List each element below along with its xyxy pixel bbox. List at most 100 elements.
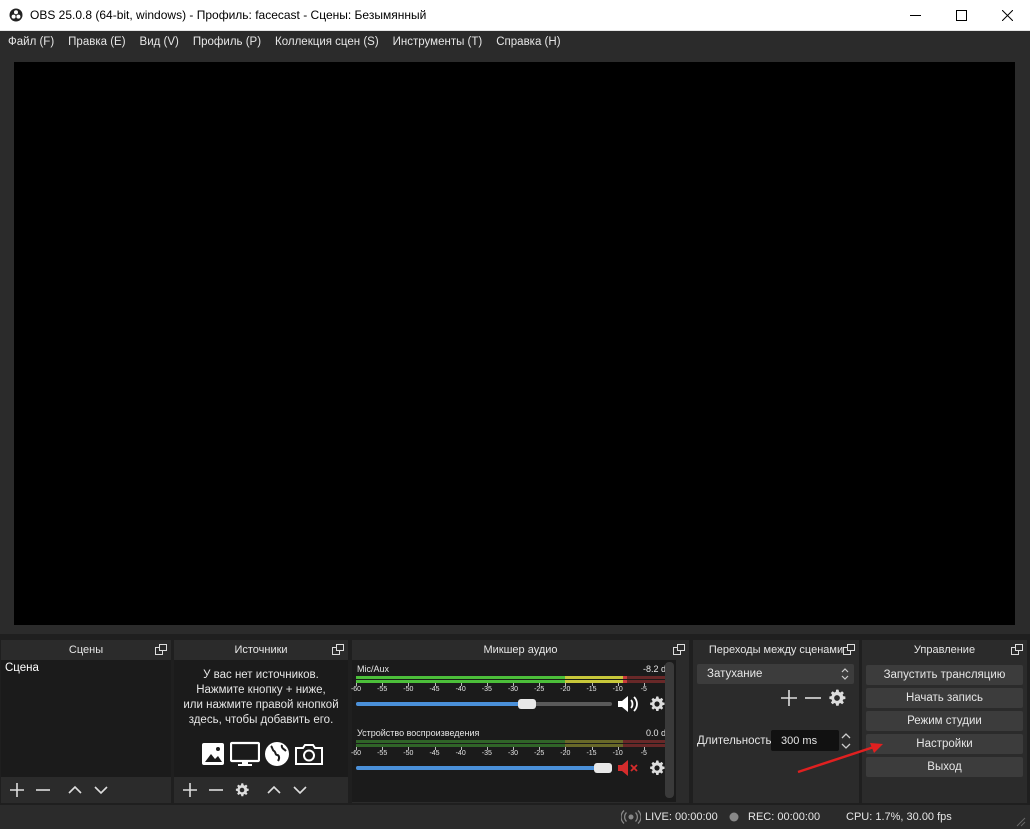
meter-level: [622, 676, 628, 679]
menu-view[interactable]: Вид (V): [133, 31, 186, 53]
transition-select[interactable]: Затухание: [697, 664, 854, 684]
gear-icon[interactable]: [827, 688, 847, 708]
chevron-down-icon: [293, 786, 307, 795]
meter-tick-label: -60: [350, 750, 362, 757]
channel-name: Устройство воспроизведения: [357, 728, 480, 738]
source-list[interactable]: У вас нет источников. Нажмите кнопку + н…: [174, 660, 348, 777]
float-dock-icon[interactable]: [155, 644, 167, 655]
move-scene-down-button[interactable]: [88, 778, 114, 802]
move-scene-up-button[interactable]: [62, 778, 88, 802]
channel-name: Mic/Aux: [357, 664, 390, 674]
scene-list[interactable]: Сцена: [1, 660, 171, 777]
settings-button[interactable]: Настройки: [866, 734, 1023, 754]
mixer-scrollbar[interactable]: [665, 662, 674, 798]
float-dock-icon[interactable]: [673, 644, 685, 655]
meter-tick-label: -40: [455, 686, 466, 693]
mixer-dock-title: Микшер аудио: [483, 644, 558, 656]
add-scene-button[interactable]: [4, 778, 30, 802]
image-icon: [202, 743, 224, 765]
maximize-button[interactable]: [938, 0, 984, 31]
gear-icon: [235, 783, 249, 797]
menu-profile[interactable]: Профиль (P): [186, 31, 268, 53]
float-dock-icon[interactable]: [1011, 644, 1023, 655]
close-icon: [1001, 9, 1013, 21]
menu-scene-collection[interactable]: Коллекция сцен (S): [268, 31, 386, 53]
scenes-dock: Сцены Сцена: [1, 640, 171, 803]
duration-label: Длительность: [697, 735, 772, 747]
meter-tick-label: -15: [586, 686, 597, 693]
start-streaming-button[interactable]: Запустить трансляцию: [866, 665, 1023, 685]
meter-zone: [622, 676, 670, 679]
meter-tick-label: -60: [350, 686, 362, 693]
gear-icon[interactable]: [648, 759, 666, 777]
minus-icon[interactable]: [803, 688, 823, 708]
controls-dock-title: Управление: [913, 644, 976, 656]
exit-button[interactable]: Выход: [866, 757, 1023, 777]
move-source-up-button[interactable]: [261, 778, 287, 802]
meter-zone: [622, 740, 670, 743]
studio-mode-button[interactable]: Режим студии: [866, 711, 1023, 731]
duration-input[interactable]: 300 ms: [771, 730, 839, 751]
transition-selected: Затухание: [707, 668, 763, 680]
source-type-icons: [198, 740, 324, 768]
sources-dock: Источники У вас нет источников. Нажмите …: [174, 640, 348, 803]
gear-icon[interactable]: [648, 695, 666, 713]
move-source-down-button[interactable]: [287, 778, 313, 802]
meter-tick-label: -10: [612, 750, 623, 757]
volume-slider-handle[interactable]: [594, 763, 612, 773]
volume-slider[interactable]: [356, 763, 612, 773]
plus-icon[interactable]: [779, 688, 799, 708]
mixer-channels: Mic/Aux -8.2 dB -60 -55 -50 -45 -40 -35 -30 -25…: [351, 660, 676, 802]
source-properties-button[interactable]: [229, 778, 255, 802]
volume-meter: [356, 676, 670, 683]
meter-tick-label: -25: [534, 750, 545, 757]
minimize-icon: [909, 14, 921, 16]
camera-icon: [295, 744, 323, 765]
record-dot-icon: [729, 812, 739, 822]
menu-edit[interactable]: Правка (E): [61, 31, 132, 53]
meter-tick-label: -50: [403, 750, 414, 757]
volume-slider[interactable]: [356, 699, 612, 709]
cpu-fps: CPU: 1.7%, 30.00 fps: [846, 811, 952, 823]
list-item[interactable]: Сцена: [1, 660, 171, 678]
meter-tick-label: -35: [481, 686, 492, 693]
float-dock-icon[interactable]: [843, 644, 855, 655]
remove-source-button[interactable]: [203, 778, 229, 802]
preview-canvas[interactable]: [14, 62, 1015, 625]
live-time: LIVE: 00:00:00: [645, 811, 718, 823]
resize-grip-icon[interactable]: [1014, 815, 1026, 827]
transitions-dock: Переходы между сценами Затухание Длитель…: [693, 640, 859, 803]
volume-slider-handle[interactable]: [517, 699, 536, 709]
scenes-dock-header: Сцены: [1, 640, 171, 660]
speaker-icon[interactable]: [616, 693, 640, 715]
speaker-muted-icon[interactable]: [616, 757, 640, 779]
transitions-dock-header: Переходы между сценами: [693, 640, 859, 660]
monitor-icon: [230, 741, 260, 766]
chevron-down-icon: [94, 786, 108, 795]
meter-tick-label: -15: [586, 750, 597, 757]
close-button[interactable]: [984, 0, 1030, 31]
sources-toolbar: [174, 777, 348, 803]
mixer-channel-mic: Mic/Aux -8.2 dB -60 -55 -50 -45 -40 -35 -30 -25…: [351, 662, 672, 722]
menu-file[interactable]: Файл (F): [1, 31, 61, 53]
menu-help[interactable]: Справка (H): [489, 31, 567, 53]
meter-tick-label: -30: [507, 750, 519, 757]
menu-tools[interactable]: Инструменты (T): [386, 31, 490, 53]
meter-tick-label: -50: [403, 686, 414, 693]
menu-bar: Файл (F) Правка (E) Вид (V) Профиль (P) …: [0, 31, 1030, 53]
meter-tick-label: -55: [377, 686, 388, 693]
float-dock-icon[interactable]: [332, 644, 344, 655]
meter-tick-label: -5: [640, 750, 647, 757]
globe-icon: [265, 742, 289, 766]
remove-scene-button[interactable]: [30, 778, 56, 802]
window-title: OBS 25.0.8 (64-bit, windows) - Профиль: …: [30, 8, 427, 22]
status-bar: LIVE: 00:00:00 REC: 00:00:00 CPU: 1.7%, …: [0, 805, 1030, 829]
plus-icon: [183, 783, 197, 797]
start-recording-button[interactable]: Начать запись: [866, 688, 1023, 708]
spinbox-arrows-icon[interactable]: [839, 730, 853, 752]
add-source-button[interactable]: [177, 778, 203, 802]
minimize-button[interactable]: [892, 0, 938, 31]
rec-time: REC: 00:00:00: [748, 811, 821, 823]
mixer-channel-desktop: Устройство воспроизведения 0.0 dB -60 -55…: [351, 726, 672, 786]
chevron-up-icon: [267, 785, 281, 794]
